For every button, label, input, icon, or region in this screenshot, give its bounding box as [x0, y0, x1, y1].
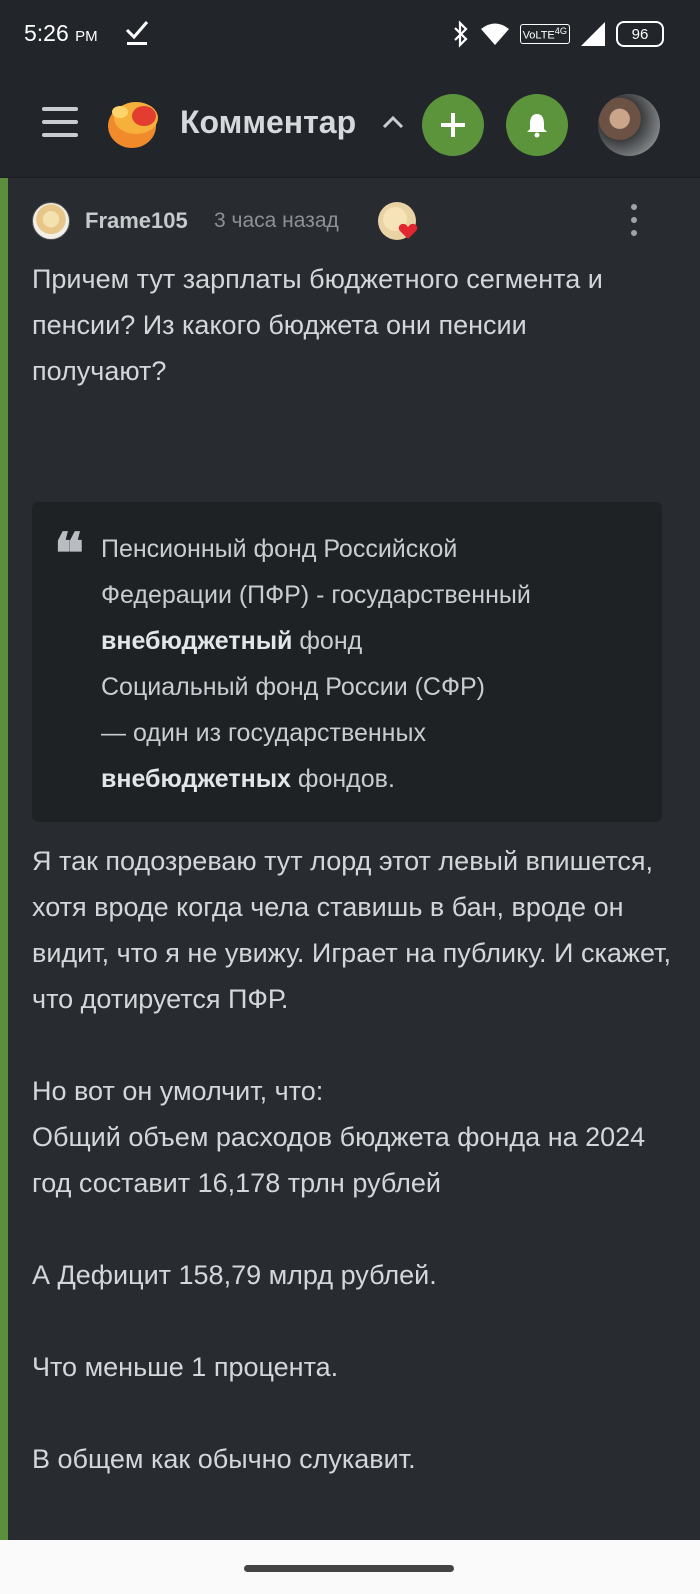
- comment-paragraph: А Дефицит 158,79 млрд рублей.: [32, 1260, 437, 1290]
- wifi-icon: [480, 23, 509, 45]
- quote-bold: внебюджетных: [101, 765, 291, 793]
- heart-icon: [398, 223, 418, 239]
- notifications-button[interactable]: [506, 94, 568, 156]
- comment-paragraph: Я так подозреваю тут лорд этот левый впи…: [32, 846, 671, 1014]
- comment-quote: ❝ Пенсионный фонд Российской Федерации (…: [32, 502, 662, 822]
- signal-icon: [581, 22, 605, 46]
- bluetooth-icon: [453, 20, 468, 48]
- quote-text: Пенсионный фонд Российской Федерации (ПФ…: [101, 526, 641, 802]
- chevron-up-icon[interactable]: [380, 110, 406, 136]
- menu-icon[interactable]: [42, 107, 78, 137]
- app-header: Комментарии: [0, 72, 700, 178]
- page-title: Комментарии: [180, 104, 355, 140]
- quote-line: внебюджетный фонд: [101, 618, 641, 664]
- network-gen: 4G: [554, 26, 567, 37]
- network-label: VoLTE: [522, 29, 555, 42]
- quote-line: Федерации (ПФР) - государственный: [101, 581, 531, 609]
- status-ampm: PM: [75, 28, 98, 45]
- comment-time: 3 часа назад: [214, 209, 339, 232]
- comment-paragraph: В общем как обычно слукавит.: [32, 1444, 416, 1474]
- home-gesture-handle[interactable]: [244, 1565, 454, 1572]
- user-avatar[interactable]: [598, 94, 660, 156]
- volte-icon: VoLTE4G: [519, 24, 570, 44]
- quote-line: внебюджетных фондов.: [101, 756, 641, 802]
- add-post-button[interactable]: [422, 94, 484, 156]
- quote-bold: внебюджетный: [101, 627, 293, 655]
- quote-icon: ❝: [54, 521, 85, 587]
- comment-author[interactable]: Frame105: [85, 208, 188, 234]
- comment-text-body: Я так подозреваю тут лорд этот левый впи…: [32, 838, 672, 1482]
- author-badge: [378, 202, 418, 240]
- more-options-icon[interactable]: [630, 204, 638, 238]
- app-logo[interactable]: [106, 96, 162, 150]
- comment-thread-line: [0, 178, 8, 1540]
- checkmark-icon: [125, 21, 149, 45]
- quote-line: Пенсионный фонд Российской: [101, 535, 458, 563]
- comment-paragraph: Но вот он умолчит, что:: [32, 1076, 324, 1106]
- quote-line: — один из государственных: [101, 719, 426, 747]
- bell-icon: [527, 114, 547, 138]
- comment-header: Frame105 3 часа назад: [32, 200, 672, 244]
- status-bar: 5:26 PM VoLTE4G 96: [0, 0, 700, 72]
- comment-paragraph: Что меньше 1 процента.: [32, 1352, 339, 1382]
- system-nav-bar: [0, 1540, 700, 1594]
- comment-paragraph: Общий объем расходов бюджета фонда на 20…: [32, 1122, 646, 1198]
- battery-icon: 96: [616, 21, 664, 47]
- author-avatar[interactable]: [32, 202, 70, 240]
- quote-rest: фонд: [292, 627, 363, 655]
- battery-level: 96: [631, 25, 649, 43]
- status-time-value: 5:26: [24, 20, 69, 46]
- plus-icon: [441, 113, 465, 137]
- comment-text-intro: Причем тут зарплаты бюджетного сегмента …: [32, 264, 603, 386]
- status-time: 5:26 PM: [24, 20, 98, 47]
- status-icons: VoLTE4G 96: [452, 18, 664, 50]
- quote-line: Социальный фонд России (СФР): [101, 673, 485, 701]
- quote-rest: фондов.: [290, 765, 395, 793]
